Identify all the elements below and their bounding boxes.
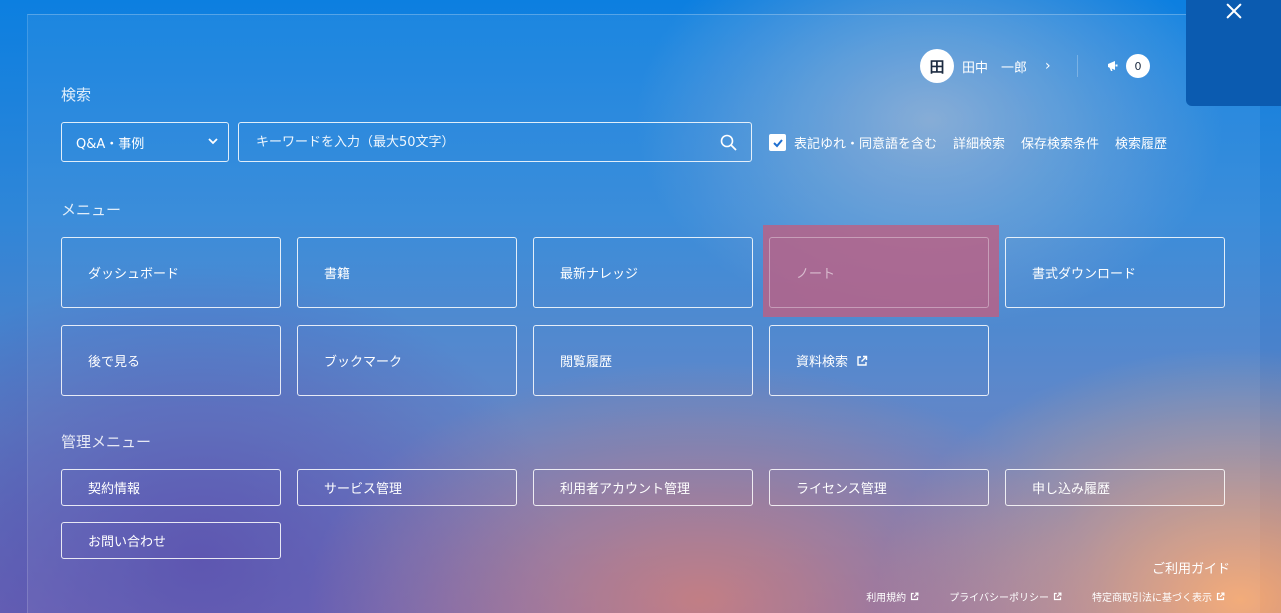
chevron-right-icon: › [1045,58,1051,74]
search-input[interactable] [239,123,699,161]
admin-item-label: 申し込み履歴 [1032,482,1111,497]
menu-item-form-download[interactable]: 書式ダウンロード [1005,237,1225,308]
menu-item-label: 最新ナレッジ [560,267,639,282]
admin-item-label: 契約情報 [88,482,141,497]
menu-item-browsing-history[interactable]: 閲覧履歴 [533,325,753,396]
menu-item-document-search[interactable]: 資料検索 [769,325,989,396]
admin-item-application-history[interactable]: 申し込み履歴 [1005,469,1225,506]
admin-item-label: 利用者アカウント管理 [560,482,691,497]
close-icon[interactable] [1225,2,1243,20]
menu-item-notes[interactable]: ノート [769,237,989,308]
search-category-value: Q&A・事例 [76,136,145,152]
notification-count-badge: 0 [1126,54,1150,78]
search-options: 表記ゆれ・同意語を含む 詳細検索 保存検索条件 検索履歴 [769,133,1167,152]
commerce-law-link[interactable]: 特定商取引法に基づく表示 [1092,589,1225,604]
menu-item-label: 書籍 [324,267,351,282]
commerce-law-link-label: 特定商取引法に基づく表示 [1092,593,1212,604]
admin-item-user-account-management[interactable]: 利用者アカウント管理 [533,469,753,506]
external-link-icon [1216,592,1225,601]
menu-section-title: メニュー [61,201,122,219]
check-icon [772,138,783,147]
privacy-policy-link-label: プライバシーポリシー [949,593,1049,604]
menu-item-dashboard[interactable]: ダッシュボード [61,237,281,308]
search-icon[interactable] [720,134,737,151]
admin-item-label: サービス管理 [324,482,403,497]
user-name: 田中 一郎 [962,60,1028,76]
avatar: 田 [920,49,954,83]
footer-links: 利用規約 プライバシーポリシー 特定商取引法に基づく表示 [866,589,1225,604]
search-history-link[interactable]: 検索履歴 [1115,133,1167,152]
close-panel[interactable] [1186,0,1281,106]
terms-link-label: 利用規約 [866,593,907,604]
admin-item-license-management[interactable]: ライセンス管理 [769,469,989,506]
menu-item-label: ダッシュボード [88,267,180,282]
menu-item-bookmarks[interactable]: ブックマーク [297,325,517,396]
admin-item-contract-info[interactable]: 契約情報 [61,469,281,506]
privacy-policy-link[interactable]: プライバシーポリシー [949,589,1062,604]
external-link-icon [857,355,868,366]
notification-button[interactable]: 0 [1106,54,1150,78]
admin-section-title: 管理メニュー [61,433,152,451]
admin-item-label: お問い合わせ [88,535,167,550]
synonym-checkbox[interactable] [769,134,786,151]
menu-item-label: ブックマーク [324,355,403,370]
megaphone-icon [1108,61,1118,71]
saved-search-link[interactable]: 保存検索条件 [1021,133,1099,152]
admin-item-contact[interactable]: お問い合わせ [61,522,281,559]
external-link-icon [1053,592,1062,601]
advanced-search-link[interactable]: 詳細検索 [953,133,1005,152]
header-divider [1077,55,1078,77]
admin-item-service-management[interactable]: サービス管理 [297,469,517,506]
menu-item-latest-knowledge[interactable]: 最新ナレッジ [533,237,753,308]
terms-link[interactable]: 利用規約 [866,589,919,604]
chevron-down-icon [208,138,218,145]
menu-item-books[interactable]: 書籍 [297,237,517,308]
menu-item-label: 資料検索 [796,355,849,370]
menu-item-watch-later[interactable]: 後で見る [61,325,281,396]
external-link-icon [911,592,919,601]
search-category-select[interactable]: Q&A・事例 [61,122,229,162]
synonym-checkbox-label[interactable]: 表記ゆれ・同意語を含む [794,133,937,152]
menu-item-label: 閲覧履歴 [560,355,613,370]
search-box [238,122,752,162]
menu-item-label: ノート [796,267,836,282]
menu-item-label: 後で見る [88,355,141,370]
search-section-title: 検索 [61,86,92,104]
admin-item-label: ライセンス管理 [796,482,887,497]
user-menu[interactable]: 田 田中 一郎 › [920,49,1051,83]
menu-item-label: 書式ダウンロード [1032,267,1137,282]
user-guide-link[interactable]: ご利用ガイド [1152,558,1230,577]
